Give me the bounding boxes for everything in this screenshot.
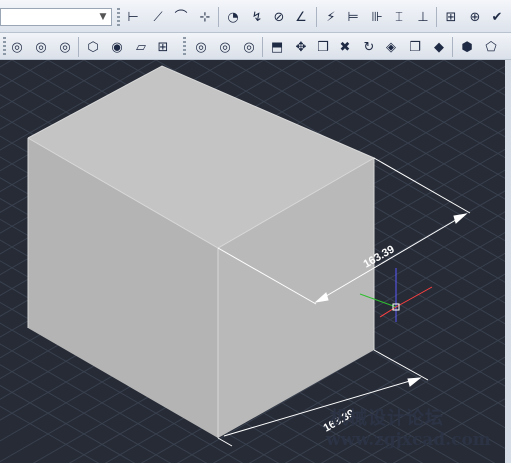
continue-dimension-icon: ⊪: [371, 9, 383, 25]
rotate-faces-button[interactable]: ↻: [360, 38, 378, 56]
angular-dimension-button[interactable]: ∠: [292, 8, 310, 26]
grid-line: [392, 398, 505, 463]
dimension-break-icon: ⊥: [417, 9, 429, 25]
section-button[interactable]: ▱: [132, 38, 150, 56]
jogged-dimension-icon: ↯: [251, 9, 263, 25]
offset-faces-button[interactable]: ❒: [314, 38, 332, 56]
subtract-2-button[interactable]: ◎: [216, 38, 234, 56]
center-mark-button[interactable]: ⊕: [466, 8, 484, 26]
taper-faces-button[interactable]: ◈: [382, 38, 400, 56]
toolbar-grip[interactable]: [183, 37, 186, 57]
subtract-icon: ◎: [35, 39, 47, 55]
imprint-button[interactable]: ⬢: [458, 38, 476, 56]
tolerance-icon: ⊞: [445, 9, 457, 25]
toolbar-separator: [452, 37, 453, 57]
box-view-icon: ⬡: [87, 39, 99, 55]
aligned-dimension-icon: ⟋: [153, 9, 163, 25]
toolbar-grip[interactable]: [3, 37, 6, 57]
copy-faces-icon: ❐: [409, 39, 421, 55]
toolbar-separator: [218, 7, 219, 27]
subtract-2-icon: ◎: [219, 39, 231, 55]
dimension-space-button[interactable]: ⌶: [390, 8, 408, 26]
intersect-2-icon: ◎: [243, 39, 255, 55]
section-icon: ▱: [136, 39, 146, 55]
toolbar-separator: [316, 7, 317, 27]
aligned-dimension-button[interactable]: ⟋: [149, 8, 167, 26]
radius-dimension-icon: ◔: [227, 9, 239, 25]
color-faces-button[interactable]: ◆: [430, 38, 448, 56]
diameter-dimension-button[interactable]: ⊘: [270, 8, 288, 26]
watermark-site-name: 机械设计论坛: [330, 408, 444, 429]
inspect-icon: ✔: [491, 9, 503, 25]
arc-length-button[interactable]: ⌒: [172, 8, 190, 26]
arc-length-icon: ⌒: [174, 9, 188, 25]
linear-dimension-icon: ⊢: [127, 9, 139, 25]
watermark-url: www.zgjxcad.com: [326, 430, 491, 450]
grid-line: [371, 60, 505, 138]
extrude-faces-button[interactable]: ⬒: [268, 38, 286, 56]
layer-combo[interactable]: ▼: [0, 8, 112, 26]
grid-button[interactable]: ⊞: [154, 38, 172, 56]
jogged-dimension-button[interactable]: ↯: [248, 8, 266, 26]
tolerance-button[interactable]: ⊞: [442, 8, 460, 26]
color-faces-icon: ◆: [434, 39, 444, 55]
move-faces-button[interactable]: ✥: [292, 38, 310, 56]
toolbar-grip[interactable]: [117, 8, 120, 28]
taper-faces-icon: ◈: [386, 39, 396, 55]
union-button[interactable]: ◎: [8, 38, 26, 56]
solid-editing-toolbar: ◎ ◎ ◎ ⬡ ◉ ▱ ⊞ ◎ ◎ ◎ ⬒ ✥ ❒ ✖ ↻ ◈ ❐ ◆ ⬢ ⬠: [0, 33, 511, 60]
toolbar-separator: [262, 37, 263, 57]
intersect-2-button[interactable]: ◎: [240, 38, 258, 56]
intersect-icon: ◎: [59, 39, 71, 55]
copy-faces-button[interactable]: ❐: [406, 38, 424, 56]
extrude-faces-icon: ⬒: [270, 39, 284, 55]
inspect-button[interactable]: ✔: [488, 8, 506, 26]
quick-dimension-button[interactable]: ⚡: [322, 8, 340, 26]
dimension-toolbar: ▼ ⊢ ⟋ ⌒ ⊹ ◔ ↯ ⊘ ∠ ⚡ ⊨ ⊪ ⌶ ⊥ ⊞ ⊕ ✔: [0, 0, 511, 33]
dimension-break-button[interactable]: ⊥: [414, 8, 432, 26]
shell-button[interactable]: ⬠: [482, 38, 500, 56]
center-mark-icon: ⊕: [469, 9, 481, 25]
model-space-canvas[interactable]: 163.39 163.39: [0, 60, 505, 463]
grid-icon: ⊞: [157, 39, 169, 55]
subtract-button[interactable]: ◎: [32, 38, 50, 56]
union-icon: ◎: [11, 39, 23, 55]
drawing-viewport[interactable]: 163.39 163.39: [0, 60, 505, 463]
orbit-button[interactable]: ◉: [108, 38, 126, 56]
box-view-button[interactable]: ⬡: [84, 38, 102, 56]
toolbar-separator: [436, 7, 437, 27]
continue-dimension-button[interactable]: ⊪: [368, 8, 386, 26]
union-2-button[interactable]: ◎: [192, 38, 210, 56]
intersect-button[interactable]: ◎: [56, 38, 74, 56]
dimension-space-icon: ⌶: [395, 9, 403, 25]
rotate-faces-icon: ↻: [363, 39, 375, 55]
grid-line: [443, 60, 505, 96]
vertical-scrollbar[interactable]: [505, 60, 511, 463]
quick-dimension-icon: ⚡: [326, 9, 336, 25]
radius-dimension-button[interactable]: ◔: [224, 8, 242, 26]
baseline-dimension-button[interactable]: ⊨: [344, 8, 362, 26]
angular-dimension-icon: ∠: [295, 9, 307, 25]
orbit-icon: ◉: [111, 39, 123, 55]
diameter-dimension-icon: ⊘: [273, 9, 285, 25]
move-faces-icon: ✥: [295, 39, 307, 55]
delete-faces-button[interactable]: ✖: [336, 38, 354, 56]
ordinate-dimension-icon: ⊹: [199, 9, 211, 25]
delete-faces-icon: ✖: [339, 39, 351, 55]
union-2-icon: ◎: [195, 39, 207, 55]
shell-icon: ⬠: [485, 39, 497, 55]
linear-dimension-button[interactable]: ⊢: [124, 8, 142, 26]
ordinate-dimension-button[interactable]: ⊹: [196, 8, 214, 26]
baseline-dimension-icon: ⊨: [347, 9, 359, 25]
chevron-down-icon[interactable]: ▼: [97, 11, 109, 23]
offset-faces-icon: ❒: [317, 39, 329, 55]
toolbar-separator: [78, 37, 79, 57]
imprint-icon: ⬢: [461, 39, 473, 55]
